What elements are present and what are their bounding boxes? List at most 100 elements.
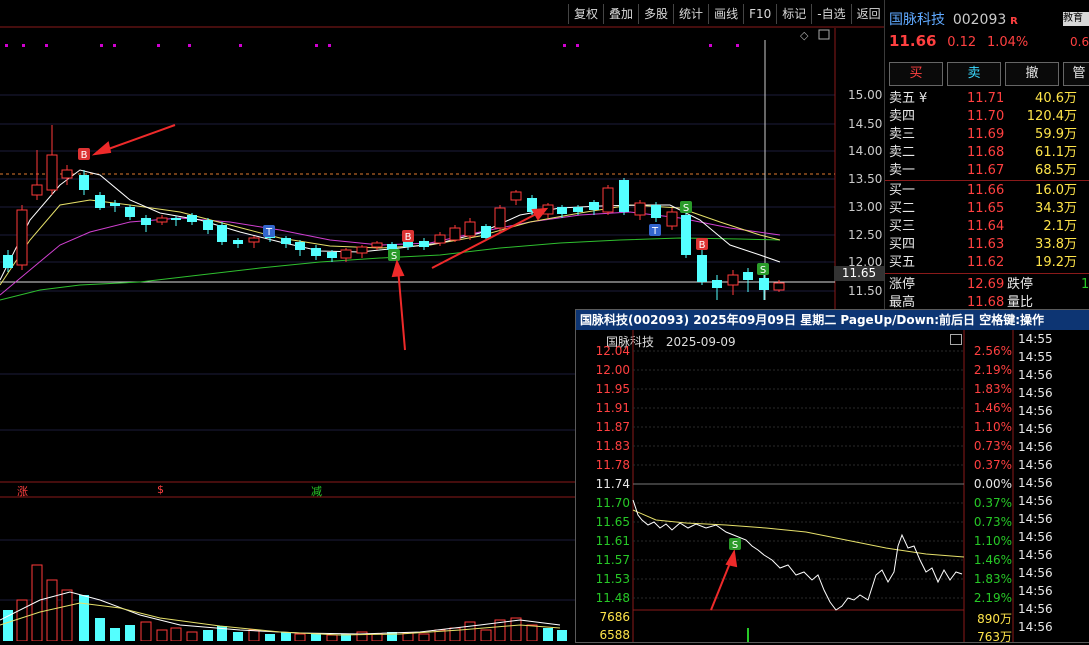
bid-price: 11.62 xyxy=(967,255,1005,270)
signal-s-2: S xyxy=(680,201,692,214)
yen-icon: ¥ xyxy=(919,91,928,106)
popup-right-tick: 1.10% xyxy=(973,534,1012,548)
limit-down-label: 跌停 xyxy=(1007,277,1034,292)
time-row: 14:56 xyxy=(1018,620,1053,634)
candle-body xyxy=(773,282,785,291)
toolbar-tongji[interactable]: 统计 xyxy=(673,4,708,24)
popup-right-tick: 2.19% xyxy=(973,363,1012,377)
toolbar-duogu[interactable]: 多股 xyxy=(638,4,673,24)
volume-bar xyxy=(265,634,275,641)
ask-price: 11.67 xyxy=(967,163,1005,178)
bid-row-4: 买四 11.63 33.8万 xyxy=(889,236,1089,254)
price-tick: 14.00 xyxy=(848,144,883,158)
current-price: 11.66 xyxy=(889,32,937,50)
diamond-icon[interactable]: ◇ xyxy=(800,29,809,42)
orderbook-divider xyxy=(885,180,1089,181)
time-row: 14:56 xyxy=(1018,458,1053,472)
popup-right-tick: 0.73% xyxy=(973,439,1012,453)
candle-body xyxy=(743,272,753,280)
popup-right-tick: 0.37% xyxy=(973,496,1012,510)
volume-bar xyxy=(140,621,152,641)
ask-price: 11.70 xyxy=(967,109,1005,124)
svg-text:B: B xyxy=(699,240,706,251)
time-row: 14:56 xyxy=(1018,530,1053,544)
volume-bar xyxy=(281,632,291,641)
bid-label: 买一 xyxy=(889,183,916,198)
svg-text:S: S xyxy=(683,203,689,214)
popup-right-tick: 0.73% xyxy=(973,515,1012,529)
toolbar-biaoji[interactable]: 标记 xyxy=(776,4,811,24)
ask-label: 卖三 xyxy=(889,127,916,142)
stock-name: 国脉科技 xyxy=(889,12,945,28)
popup-right-tick: 1.46% xyxy=(973,553,1012,567)
ask-volume: 68.5万 xyxy=(1035,163,1077,178)
popup-left-tick: 11.83 xyxy=(595,439,630,453)
price-tick: 15.00 xyxy=(848,88,883,102)
time-row: 14:56 xyxy=(1018,368,1053,382)
candle-body xyxy=(233,240,243,244)
volume-bar xyxy=(16,599,28,641)
volume-bar xyxy=(125,625,135,641)
popup-left-tick: 12.04 xyxy=(595,344,630,358)
ask-price: 11.69 xyxy=(967,127,1005,142)
ask-label: 卖一 xyxy=(889,163,916,178)
bid-volume: 34.3万 xyxy=(1035,201,1077,216)
candle-body xyxy=(494,207,506,229)
candle-body xyxy=(95,195,105,208)
time-row: 14:56 xyxy=(1018,548,1053,562)
time-row: 14:56 xyxy=(1018,602,1053,616)
candle-body xyxy=(634,202,646,216)
popup-left-tick: 11.65 xyxy=(595,515,630,529)
candle-body xyxy=(203,220,213,230)
sell-button[interactable]: 卖 xyxy=(947,62,1001,86)
candle-body xyxy=(573,207,583,212)
signal-s-popup: S xyxy=(729,538,741,551)
price-tick: 13.50 xyxy=(848,172,883,186)
cancel-button[interactable]: 撤 xyxy=(1005,62,1059,86)
popup-right-tick: 2.56% xyxy=(973,344,1012,358)
svg-text:B: B xyxy=(405,232,412,243)
marker-zhang: 涨 xyxy=(17,485,28,498)
svg-text:S: S xyxy=(760,265,766,276)
toolbar-f10[interactable]: F10 xyxy=(743,4,776,24)
quote-panel: 国脉科技 002093 R 教育 0.6 11.66 0.12 1.04% 买 … xyxy=(884,0,1089,320)
toolbar-huaxian[interactable]: 画线 xyxy=(708,4,743,24)
side-tab-jiaoyu[interactable]: 教育 xyxy=(1063,12,1089,26)
toolbar-zixuan[interactable]: -自选 xyxy=(811,4,850,24)
popup-left-tick: 11.57 xyxy=(595,553,630,567)
popup-right-tick: 0.37% xyxy=(973,458,1012,472)
candle-body xyxy=(434,234,446,244)
candle-body xyxy=(141,218,151,225)
popup-left-tick: 11.95 xyxy=(595,382,630,396)
popup-right-tick: 1.83% xyxy=(973,382,1012,396)
window-icon[interactable] xyxy=(818,29,830,40)
popup-left-tick: 11.53 xyxy=(595,572,630,586)
popup-left-tick: 12.00 xyxy=(595,363,630,377)
toolbar-fuquan[interactable]: 复权 xyxy=(568,4,603,24)
intraday-chart: S xyxy=(632,330,1014,642)
manage-button[interactable]: 管 xyxy=(1063,62,1089,86)
buy-button[interactable]: 买 xyxy=(889,62,943,86)
toolbar-fanhui[interactable]: 返回 xyxy=(850,4,886,24)
time-row: 14:56 xyxy=(1018,512,1053,526)
bid-volume: 2.1万 xyxy=(1043,219,1077,234)
ask-volume: 120.4万 xyxy=(1026,109,1077,124)
intraday-popup[interactable]: 国脉科技(002093) 2025年09月09日 星期二 PageUp/Down… xyxy=(575,309,1089,644)
candle-body xyxy=(481,226,491,238)
candle-body xyxy=(510,191,522,201)
popup-vol-right-tick: 763万 xyxy=(977,630,1012,644)
toolbar-diejia[interactable]: 叠加 xyxy=(603,4,638,24)
candle-body xyxy=(464,221,476,237)
popup-left-tick: 11.74 xyxy=(595,477,630,491)
volume-bar xyxy=(110,628,120,641)
volume-bar xyxy=(371,633,383,641)
candle-body xyxy=(371,242,383,248)
time-row: 14:56 xyxy=(1018,584,1053,598)
time-row: 14:56 xyxy=(1018,440,1053,454)
svg-text:T: T xyxy=(651,226,659,237)
side-value: 0.6 xyxy=(1070,35,1089,49)
ask-row-1: 卖一 11.67 68.5万 xyxy=(889,162,1089,180)
bid-row-5: 买五 11.62 19.2万 xyxy=(889,254,1089,272)
popup-left-tick: 11.91 xyxy=(595,401,630,415)
candle-body xyxy=(327,252,337,258)
